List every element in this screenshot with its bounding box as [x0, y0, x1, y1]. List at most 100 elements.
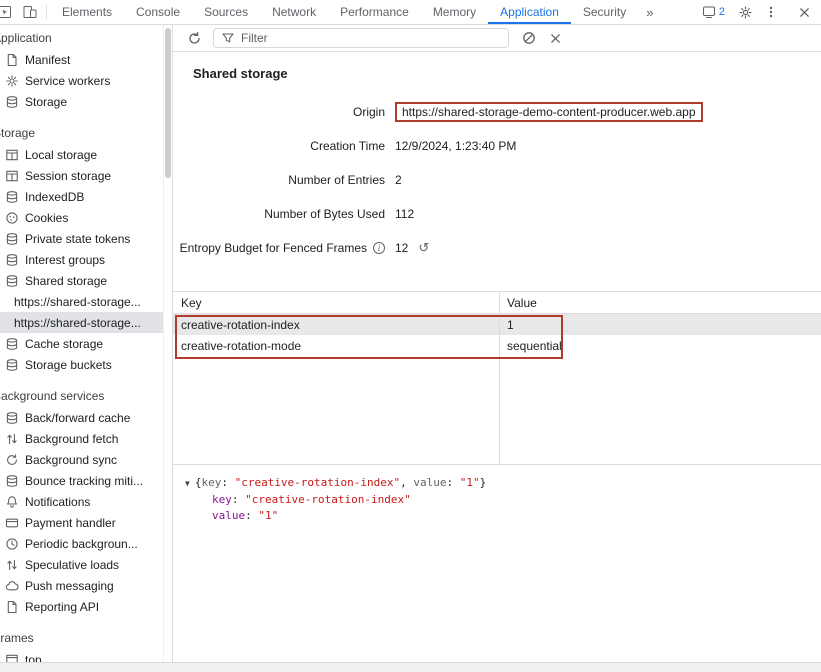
- preview-prop-value: "1": [258, 509, 278, 522]
- issues-button[interactable]: 2: [695, 5, 732, 19]
- issues-count: 2: [719, 6, 725, 18]
- sidebar-item-label: Session storage: [25, 169, 111, 183]
- sidebar-item-notifications[interactable]: Notifications: [0, 491, 163, 512]
- sidebar-section-title-frames: Frames: [0, 627, 163, 649]
- view-title: Shared storage: [193, 66, 821, 81]
- sidebar-item-private-state-tokens[interactable]: Private state tokens: [0, 228, 163, 249]
- expand-triangle-icon[interactable]: ▼: [185, 476, 190, 492]
- field-label: Origin: [173, 105, 385, 119]
- sidebar-item-interest-groups[interactable]: Interest groups: [0, 249, 163, 270]
- sidebar-scrollbar[interactable]: [163, 25, 172, 672]
- database-icon: [4, 274, 19, 288]
- sidebar-item-label: Back/forward cache: [25, 411, 130, 425]
- settings-gear-icon[interactable]: [732, 5, 758, 20]
- divider: [46, 5, 47, 19]
- sidebar-item-label: Reporting API: [25, 600, 99, 614]
- sidebar-item-payment-handler[interactable]: Payment handler: [0, 512, 163, 533]
- sidebar-item-manifest[interactable]: Manifest: [0, 49, 163, 70]
- scrollbar-thumb[interactable]: [165, 28, 171, 178]
- sidebar-item-label: Private state tokens: [25, 232, 130, 246]
- tab-console[interactable]: Console: [124, 0, 192, 24]
- sidebar-item-shared-storage[interactable]: Shared storage: [0, 270, 163, 291]
- sidebar-item-label: Background sync: [25, 453, 117, 467]
- close-devtools-icon[interactable]: [791, 6, 817, 19]
- sidebar-item-back-forward-cache[interactable]: Back/forward cache: [0, 407, 163, 428]
- preview-summary-line[interactable]: ▼{key: "creative-rotation-index", value:…: [185, 475, 821, 492]
- gear-icon: [4, 74, 19, 88]
- tab-security[interactable]: Security: [571, 0, 638, 24]
- field-value: 2: [395, 173, 402, 187]
- tab-elements[interactable]: Elements: [50, 0, 124, 24]
- bell-icon: [4, 495, 19, 509]
- sidebar-item-local-storage[interactable]: Local storage: [0, 144, 163, 165]
- info-icon[interactable]: i: [373, 242, 385, 254]
- reset-budget-icon[interactable]: ↺: [418, 240, 429, 256]
- sidebar-item-background-sync[interactable]: Background sync: [0, 449, 163, 470]
- sidebar-item-cookies[interactable]: Cookies: [0, 207, 163, 228]
- sidebar-item-reporting-api[interactable]: Reporting API: [0, 596, 163, 617]
- tab-performance[interactable]: Performance: [328, 0, 421, 24]
- sidebar-item-label: https://shared-storage...: [14, 295, 141, 309]
- clear-entries-icon[interactable]: [516, 31, 542, 45]
- tab-application[interactable]: Application: [488, 0, 571, 24]
- text: :: [232, 493, 245, 506]
- refresh-icon[interactable]: [181, 31, 207, 46]
- more-tabs-icon[interactable]: »: [638, 0, 661, 24]
- sidebar-item-session-storage[interactable]: Session storage: [0, 165, 163, 186]
- column-header-value[interactable]: Value: [499, 296, 821, 310]
- sidebar-item-indexeddb[interactable]: IndexedDB: [0, 186, 163, 207]
- sidebar-section-title-application: Application: [0, 27, 163, 49]
- entry-preview: ▼{key: "creative-rotation-index", value:…: [173, 465, 821, 532]
- filter-icon: [221, 31, 235, 45]
- field-value-text: https://shared-storage-demo-content-prod…: [395, 102, 703, 122]
- preview-prop-value: "1": [460, 476, 480, 489]
- cloud-icon: [4, 579, 19, 593]
- field-row-number-of-bytes-used: Number of Bytes Used112: [173, 197, 821, 231]
- field-label-text: Number of Bytes Used: [264, 207, 385, 221]
- sidebar-item-periodic-backgroun[interactable]: Periodic backgroun...: [0, 533, 163, 554]
- sidebar-item-bounce-tracking-miti[interactable]: Bounce tracking miti...: [0, 470, 163, 491]
- sidebar-item-storage[interactable]: Storage: [0, 91, 163, 112]
- tab-sources[interactable]: Sources: [192, 0, 260, 24]
- panel-tabs: ElementsConsoleSourcesNetworkPerformance…: [50, 0, 638, 24]
- tab-network[interactable]: Network: [260, 0, 328, 24]
- field-label: Entropy Budget for Fenced Framesi: [173, 241, 385, 255]
- sidebar-item-background-fetch[interactable]: Background fetch: [0, 428, 163, 449]
- close-view-icon[interactable]: [542, 32, 568, 45]
- cookie-icon: [4, 211, 19, 225]
- sidebar-item-https-shared-storage[interactable]: https://shared-storage...: [0, 312, 163, 333]
- field-label-text: Origin: [353, 105, 385, 119]
- sidebar-item-service-workers[interactable]: Service workers: [0, 70, 163, 91]
- shared-storage-view: Shared storage Origin https://shared-stor…: [173, 52, 821, 672]
- sidebar-item-label: Cache storage: [25, 337, 103, 351]
- table-row[interactable]: creative-rotation-modesequential: [173, 335, 821, 356]
- sidebar-item-storage-buckets[interactable]: Storage buckets: [0, 354, 163, 375]
- kebab-menu-icon[interactable]: [758, 5, 784, 19]
- issues-icon: [702, 5, 716, 19]
- text: :: [221, 476, 234, 489]
- updown-icon: [4, 558, 19, 572]
- devtools-window: ElementsConsoleSourcesNetworkPerformance…: [0, 0, 821, 672]
- sidebar-item-push-messaging[interactable]: Push messaging: [0, 575, 163, 596]
- database-icon: [4, 411, 19, 425]
- table-cell: 1: [499, 318, 821, 332]
- device-toolbar-icon[interactable]: [17, 0, 43, 24]
- bottom-scrollbar[interactable]: [0, 662, 821, 672]
- metadata-fields: Origin https://shared-storage-demo-conten…: [173, 95, 821, 265]
- clock-icon: [4, 537, 19, 551]
- text: :: [447, 476, 460, 489]
- sidebar-item-speculative-loads[interactable]: Speculative loads: [0, 554, 163, 575]
- table-row[interactable]: creative-rotation-index1: [173, 314, 821, 335]
- filter-input[interactable]: Filter: [213, 28, 509, 48]
- inspect-element-icon[interactable]: [0, 0, 17, 24]
- preview-prop-name: value: [413, 476, 446, 489]
- column-header-key[interactable]: Key: [173, 296, 499, 310]
- field-row-creation-time: Creation Time12/9/2024, 1:23:40 PM: [173, 129, 821, 163]
- card-icon: [4, 516, 19, 530]
- sidebar-item-label: https://shared-storage...: [14, 316, 141, 330]
- main-pane: Filter Shared storage Origin https://shar…: [173, 25, 821, 672]
- sidebar-item-cache-storage[interactable]: Cache storage: [0, 333, 163, 354]
- tab-memory[interactable]: Memory: [421, 0, 488, 24]
- database-icon: [4, 232, 19, 246]
- sidebar-item-https-shared-storage[interactable]: https://shared-storage...: [0, 291, 163, 312]
